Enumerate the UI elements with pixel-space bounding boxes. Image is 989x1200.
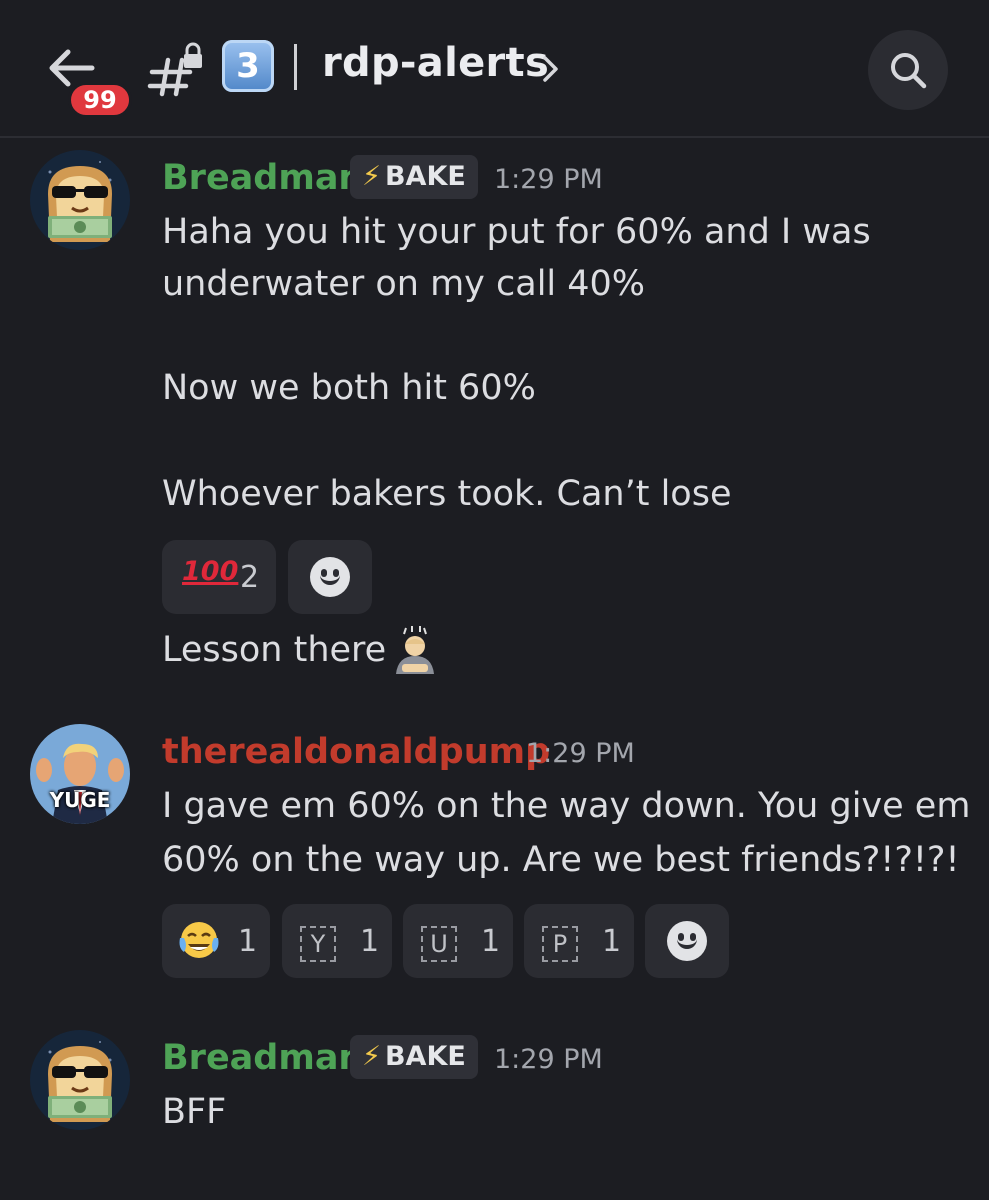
hundred-points-icon: 100 (182, 556, 239, 587)
keycap-three-emoji: 3 (222, 40, 274, 92)
add-emoji-icon (667, 921, 707, 961)
message-line: 60% on the way up. Are we best friends?!… (162, 840, 960, 880)
author-name[interactable]: therealdonaldpump (162, 732, 550, 772)
avatar[interactable]: YUGE (30, 724, 130, 824)
reaction-count: 1 (238, 924, 258, 959)
author-name[interactable]: Breadman (162, 1038, 363, 1078)
add-emoji-icon (310, 557, 350, 597)
letter-u-key-icon: U (421, 926, 457, 962)
message-line: underwater on my call 40% (162, 264, 646, 304)
channel-header: 99 3 rdp-alerts (0, 0, 989, 138)
reaction-letter-u[interactable]: U 1 (403, 904, 513, 978)
message-line: Whoever bakers took. Can’t lose (162, 474, 732, 514)
unread-badge: 99 (68, 82, 132, 118)
reaction-count: 1 (481, 924, 501, 959)
bowing-person-emoji-icon (396, 626, 434, 674)
lightning-bolt-icon: ⚡ (362, 161, 381, 192)
reaction-count: 2 (240, 560, 260, 595)
search-button[interactable] (868, 30, 948, 110)
reaction-tears-of-joy[interactable]: 1 (162, 904, 270, 978)
message-line: BFF (162, 1092, 227, 1132)
letter-y-key-icon: Y (300, 926, 336, 962)
role-tag[interactable]: ⚡ BAKE (350, 155, 478, 199)
role-tag-label: BAKE (384, 1041, 466, 1072)
reaction-count: 1 (360, 924, 380, 959)
reaction-hundred[interactable]: 100 2 (162, 540, 276, 614)
tears-of-joy-icon (179, 922, 219, 958)
bread-avatar-icon (30, 150, 130, 250)
avatar-caption: YUGE (49, 788, 111, 812)
lightning-bolt-icon: ⚡ (362, 1041, 381, 1072)
avatar[interactable] (30, 150, 130, 250)
message-line: Now we both hit 60% (162, 368, 536, 408)
timestamp: 1:29 PM (494, 164, 603, 195)
message-line: Haha you hit your put for 60% and I was (162, 212, 871, 252)
role-tag-label: BAKE (384, 161, 466, 192)
add-reaction-button[interactable] (288, 540, 372, 614)
add-reaction-button[interactable] (645, 904, 729, 978)
timestamp: 1:29 PM (494, 1044, 603, 1075)
locked-channel-hash-icon (147, 42, 202, 97)
reaction-count: 1 (602, 924, 622, 959)
divider (294, 44, 297, 90)
message-line: I gave em 60% on the way down. You give … (162, 786, 971, 826)
search-icon (891, 53, 927, 89)
channel-name[interactable]: rdp-alerts (322, 40, 549, 86)
role-tag[interactable]: ⚡ BAKE (350, 1035, 478, 1079)
letter-p-key-icon: P (542, 926, 578, 962)
bread-avatar-icon (30, 1030, 130, 1130)
message-line: Lesson there (162, 630, 387, 670)
reaction-letter-y[interactable]: Y 1 (282, 904, 392, 978)
timestamp: 1:29 PM (526, 738, 635, 769)
chevron-right-icon[interactable] (540, 54, 562, 84)
reaction-letter-p[interactable]: P 1 (524, 904, 634, 978)
avatar[interactable] (30, 1030, 130, 1130)
author-name[interactable]: Breadman (162, 158, 363, 198)
